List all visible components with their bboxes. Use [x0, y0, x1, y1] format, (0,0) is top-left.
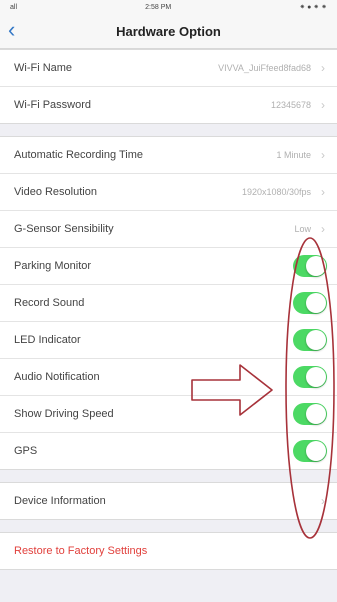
- auto-recording-time-value: 1 Minute: [276, 150, 311, 160]
- device-information-row[interactable]: Device Information ›: [0, 483, 337, 519]
- led-indicator-row: LED Indicator: [0, 321, 337, 358]
- device-information-label: Device Information: [14, 495, 106, 507]
- wifi-name-value: VIVVA_JuiFfeed8fad68: [218, 63, 311, 73]
- toggle-knob: [306, 367, 326, 387]
- chevron-right-icon: ›: [321, 61, 325, 75]
- show-driving-speed-toggle[interactable]: [293, 403, 327, 425]
- wifi-password-value: 12345678: [270, 100, 311, 110]
- auto-recording-time-label: Automatic Recording Time: [14, 149, 143, 161]
- toggle-knob: [306, 330, 326, 350]
- toggle-knob: [306, 404, 326, 424]
- video-resolution-row[interactable]: Video Resolution 1920x1080/30fps ›: [0, 173, 337, 210]
- toggle-knob: [306, 256, 326, 276]
- gps-row: GPS: [0, 432, 337, 469]
- chevron-right-icon: ›: [321, 494, 325, 508]
- toggle-knob: [306, 293, 326, 313]
- restore-factory-row[interactable]: Restore to Factory Settings: [0, 533, 337, 569]
- parking-monitor-row: Parking Monitor: [0, 247, 337, 284]
- led-indicator-label: LED Indicator: [14, 334, 81, 346]
- chevron-right-icon: ›: [321, 222, 325, 236]
- wifi-password-row[interactable]: Wi-Fi Password 12345678 ›: [0, 86, 337, 123]
- recording-group: Automatic Recording Time 1 Minute › Vide…: [0, 136, 337, 470]
- g-sensor-row[interactable]: G-Sensor Sensibility Low ›: [0, 210, 337, 247]
- audio-notification-toggle[interactable]: [293, 366, 327, 388]
- show-driving-speed-row: Show Driving Speed: [0, 395, 337, 432]
- chevron-left-icon[interactable]: ‹: [8, 19, 15, 41]
- carrier-label: all: [10, 3, 18, 11]
- wifi-password-label: Wi-Fi Password: [14, 99, 92, 111]
- status-bar: all 2:58 PM ⁕ ● ⁕ ⁕: [0, 0, 337, 14]
- auto-recording-time-row[interactable]: Automatic Recording Time 1 Minute ›: [0, 137, 337, 173]
- video-resolution-value: 1920x1080/30fps: [241, 187, 311, 197]
- audio-notification-row: Audio Notification: [0, 358, 337, 395]
- show-driving-speed-label: Show Driving Speed: [14, 408, 114, 420]
- record-sound-toggle[interactable]: [293, 292, 327, 314]
- parking-monitor-label: Parking Monitor: [14, 260, 92, 272]
- parking-monitor-toggle[interactable]: [293, 255, 327, 277]
- device-group: Device Information ›: [0, 482, 337, 520]
- restore-group: Restore to Factory Settings: [0, 532, 337, 570]
- wifi-name-row[interactable]: Wi-Fi Name VIVVA_JuiFfeed8fad68 ›: [0, 50, 337, 86]
- g-sensor-label: G-Sensor Sensibility: [14, 223, 114, 235]
- toggle-knob: [306, 441, 326, 461]
- record-sound-label: Record Sound: [14, 297, 85, 309]
- chevron-right-icon: ›: [321, 98, 325, 112]
- navigation-bar: ‹ Hardware Option: [0, 14, 337, 49]
- led-indicator-toggle[interactable]: [293, 329, 327, 351]
- wifi-group: Wi-Fi Name VIVVA_JuiFfeed8fad68 › Wi-Fi …: [0, 49, 337, 124]
- page-title: Hardware Option: [116, 23, 221, 39]
- record-sound-row: Record Sound: [0, 284, 337, 321]
- battery-indicator: ⁕ ● ⁕ ⁕: [299, 4, 327, 11]
- chevron-right-icon: ›: [321, 185, 325, 199]
- chevron-right-icon: ›: [321, 148, 325, 162]
- gps-toggle[interactable]: [293, 440, 327, 462]
- audio-notification-label: Audio Notification: [14, 371, 100, 383]
- restore-factory-label: Restore to Factory Settings: [14, 545, 148, 557]
- video-resolution-label: Video Resolution: [14, 186, 97, 198]
- status-time: 2:58 PM: [145, 3, 172, 11]
- wifi-name-label: Wi-Fi Name: [14, 62, 73, 74]
- gps-label: GPS: [14, 445, 38, 457]
- g-sensor-value: Low: [294, 224, 311, 234]
